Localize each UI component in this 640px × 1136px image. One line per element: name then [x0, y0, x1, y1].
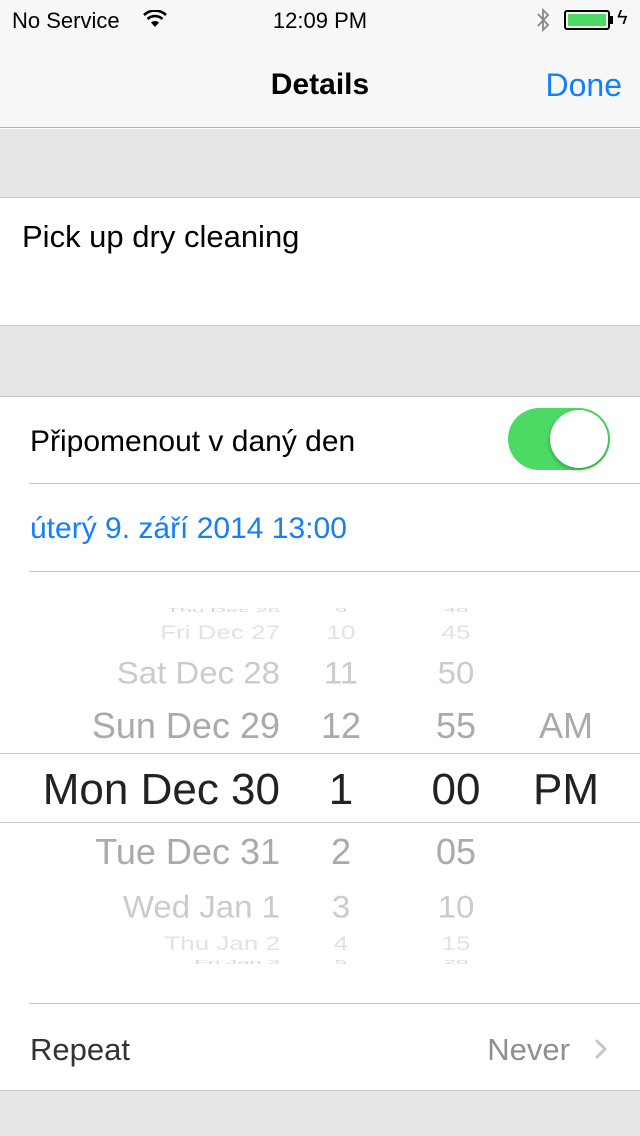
- reminder-date: úterý 9. září 2014 13:00: [30, 512, 347, 545]
- chevron-right-icon: [594, 1038, 608, 1060]
- page-title: Details: [270, 68, 370, 101]
- picker-ampm: PM: [533, 765, 599, 814]
- task-title-text: Pick up dry cleaning: [22, 219, 300, 254]
- repeat-value: Never: [487, 1032, 570, 1067]
- done-button[interactable]: Done: [546, 67, 623, 104]
- section-spacer: [0, 129, 640, 198]
- toggle-knob: [550, 410, 608, 468]
- section-spacer: [0, 1090, 640, 1136]
- remind-toggle[interactable]: [508, 408, 610, 470]
- charging-icon: ϟ: [617, 7, 628, 29]
- remind-label: Připomenout v daný den: [30, 425, 356, 458]
- bluetooth-icon: [537, 7, 550, 33]
- navigation-bar: Details Done: [0, 40, 640, 128]
- date-row[interactable]: úterý 9. září 2014 13:00: [0, 484, 640, 571]
- picker-minute: 45: [441, 620, 471, 644]
- task-title-field[interactable]: Pick up dry cleaning: [0, 199, 640, 325]
- picker-minute: 10: [437, 888, 475, 924]
- section-spacer: [0, 325, 640, 397]
- repeat-row[interactable]: Repeat Never: [0, 1004, 640, 1090]
- picker-minute: 20: [443, 958, 469, 965]
- repeat-label: Repeat: [30, 1032, 130, 1067]
- picker-minute: 15: [441, 931, 471, 955]
- date-time-picker[interactable]: Thu Dec 26 9 40 Fri Dec 27 10 45 Sat Dec 28 11 5…: [0, 590, 640, 980]
- battery-icon: [564, 10, 610, 30]
- picker-minute: 40: [443, 606, 469, 613]
- status-bar: No Service 12:09 PM ϟ: [0, 0, 640, 40]
- remind-row: Připomenout v daný den: [0, 397, 640, 483]
- picker-minute: 50: [437, 654, 475, 690]
- picker-ampm: AM: [539, 705, 593, 746]
- picker-minute: 05: [435, 831, 477, 872]
